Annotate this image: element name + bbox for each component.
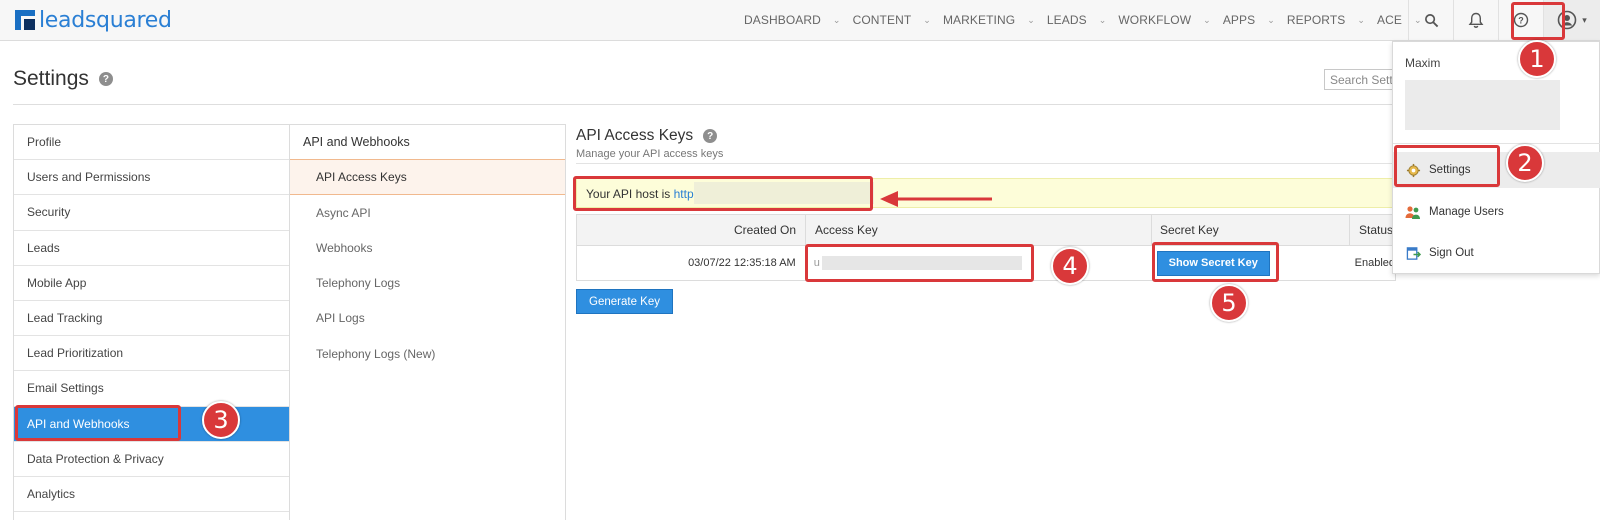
nav-item-workflow[interactable]: WORKFLOW ⌄ — [1114, 13, 1218, 27]
subnav-item-api-access-keys[interactable]: API Access Keys — [290, 160, 565, 196]
annotation-box-profile — [1511, 2, 1565, 40]
subnav-item-telephony-logs-new[interactable]: Telephony Logs (New) — [290, 336, 565, 371]
nav-item-content[interactable]: CONTENT ⌄ — [849, 13, 939, 27]
annotation-step-3: 3 — [202, 401, 240, 439]
redacted-user-details — [1405, 80, 1560, 130]
sidebar-item-profile[interactable]: Profile — [14, 125, 289, 161]
chevron-down-icon: ⌄ — [1098, 14, 1107, 25]
nav-item-apps[interactable]: APPS ⌄ — [1219, 13, 1283, 27]
subnav-item-api-logs[interactable]: API Logs — [290, 301, 565, 336]
settings-sidebar: Profile Users and Permissions Security L… — [13, 124, 290, 520]
subnav-item-webhooks[interactable]: Webhooks — [290, 230, 565, 265]
help-icon[interactable]: ? — [98, 72, 113, 86]
users-icon — [1405, 204, 1421, 220]
sidebar-item-leads[interactable]: Leads — [14, 231, 289, 266]
top-icons: ? ▾ — [1408, 0, 1600, 40]
nav-item-dashboard[interactable]: DASHBOARD ⌄ — [740, 13, 849, 27]
nav-item-marketing[interactable]: MARKETING ⌄ — [939, 13, 1043, 27]
subnav-item-telephony-logs[interactable]: Telephony Logs — [290, 266, 565, 301]
created-on-cell: 03/07/22 12:35:18 AM — [688, 257, 796, 269]
menu-item-sign-out[interactable]: Sign Out — [1393, 235, 1600, 271]
annotation-box-access-key — [805, 244, 1034, 282]
sidebar-item-lead-prioritization[interactable]: Lead Prioritization — [14, 336, 289, 372]
status-cell: Enabled — [1354, 257, 1396, 269]
column-header-secret-key: Secret Key — [1152, 215, 1350, 245]
sidebar-item-users-and-permissions[interactable]: Users and Permissions — [14, 160, 289, 196]
logo-mark-icon — [15, 10, 35, 30]
sidebar-item-email-settings[interactable]: Email Settings — [14, 371, 289, 407]
main-nav: DASHBOARD ⌄ CONTENT ⌄ MARKETING ⌄ LEADS ⌄ WO… — [740, 0, 1430, 40]
chevron-down-icon: ⌄ — [1027, 14, 1035, 25]
subnav-item-async-api[interactable]: Async API — [290, 195, 565, 230]
bell-icon[interactable] — [1453, 0, 1498, 40]
annotation-step-1: 1 — [1518, 40, 1556, 78]
chevron-down-icon: ⌄ — [1267, 14, 1275, 25]
search-icon[interactable] — [1408, 0, 1453, 40]
menu-item-manage-users[interactable]: Manage Users — [1393, 194, 1600, 230]
section-subtitle: Manage your API access keys — [576, 148, 724, 160]
column-header-status: Status — [1359, 223, 1394, 237]
top-navigation-bar: leadsquared DASHBOARD ⌄ CONTENT ⌄ MARKETIN… — [0, 0, 1600, 41]
user-name: Maxim — [1405, 56, 1441, 70]
chevron-down-icon: ⌄ — [1203, 14, 1211, 25]
annotation-step-5: 5 — [1210, 284, 1248, 322]
chevron-down-icon: ⌄ — [1357, 14, 1366, 25]
leadsquared-logo[interactable]: leadsquared — [15, 7, 172, 33]
chevron-down-icon: ⌄ — [832, 14, 841, 25]
subnav-heading: API and Webhooks — [290, 125, 565, 160]
divider — [576, 163, 1396, 164]
chevron-down-icon: ▾ — [1582, 14, 1587, 25]
settings-search-input[interactable]: Search Setti — [1324, 69, 1394, 90]
column-header-created-on: Created On — [577, 215, 806, 245]
annotation-box-secret-key — [1152, 242, 1279, 282]
logo-text: leadsquared — [39, 7, 172, 33]
section-title: API Access Keys ? — [576, 127, 718, 145]
divider — [13, 104, 1393, 105]
sidebar-item-analytics[interactable]: Analytics — [14, 477, 289, 513]
chevron-down-icon: ⌄ — [923, 14, 931, 25]
annotation-step-4: 4 — [1051, 247, 1089, 285]
sidebar-item-data-protection-privacy[interactable]: Data Protection & Privacy — [14, 442, 289, 477]
annotation-box-api-webhooks — [15, 405, 181, 441]
annotation-step-2: 2 — [1506, 144, 1544, 182]
divider — [1393, 143, 1600, 144]
page-title: Settings ? — [13, 67, 113, 91]
annotation-box-settings — [1394, 145, 1500, 187]
nav-item-leads[interactable]: LEADS ⌄ — [1043, 13, 1115, 27]
annotation-box-api-host — [573, 176, 873, 211]
generate-key-button[interactable]: Generate Key — [576, 289, 673, 314]
api-webhooks-subnav: API and Webhooks API Access Keys Async A… — [290, 124, 566, 520]
help-icon[interactable]: ? — [703, 129, 718, 143]
sign-out-icon — [1405, 245, 1421, 261]
sidebar-item-mobile-app[interactable]: Mobile App — [14, 266, 289, 301]
sidebar-item-lead-tracking[interactable]: Lead Tracking — [14, 301, 289, 337]
column-header-access-key: Access Key — [806, 215, 1152, 245]
sidebar-item-security[interactable]: Security — [14, 195, 289, 231]
nav-item-reports[interactable]: REPORTS ⌄ — [1283, 13, 1373, 27]
annotation-arrow — [880, 191, 992, 207]
